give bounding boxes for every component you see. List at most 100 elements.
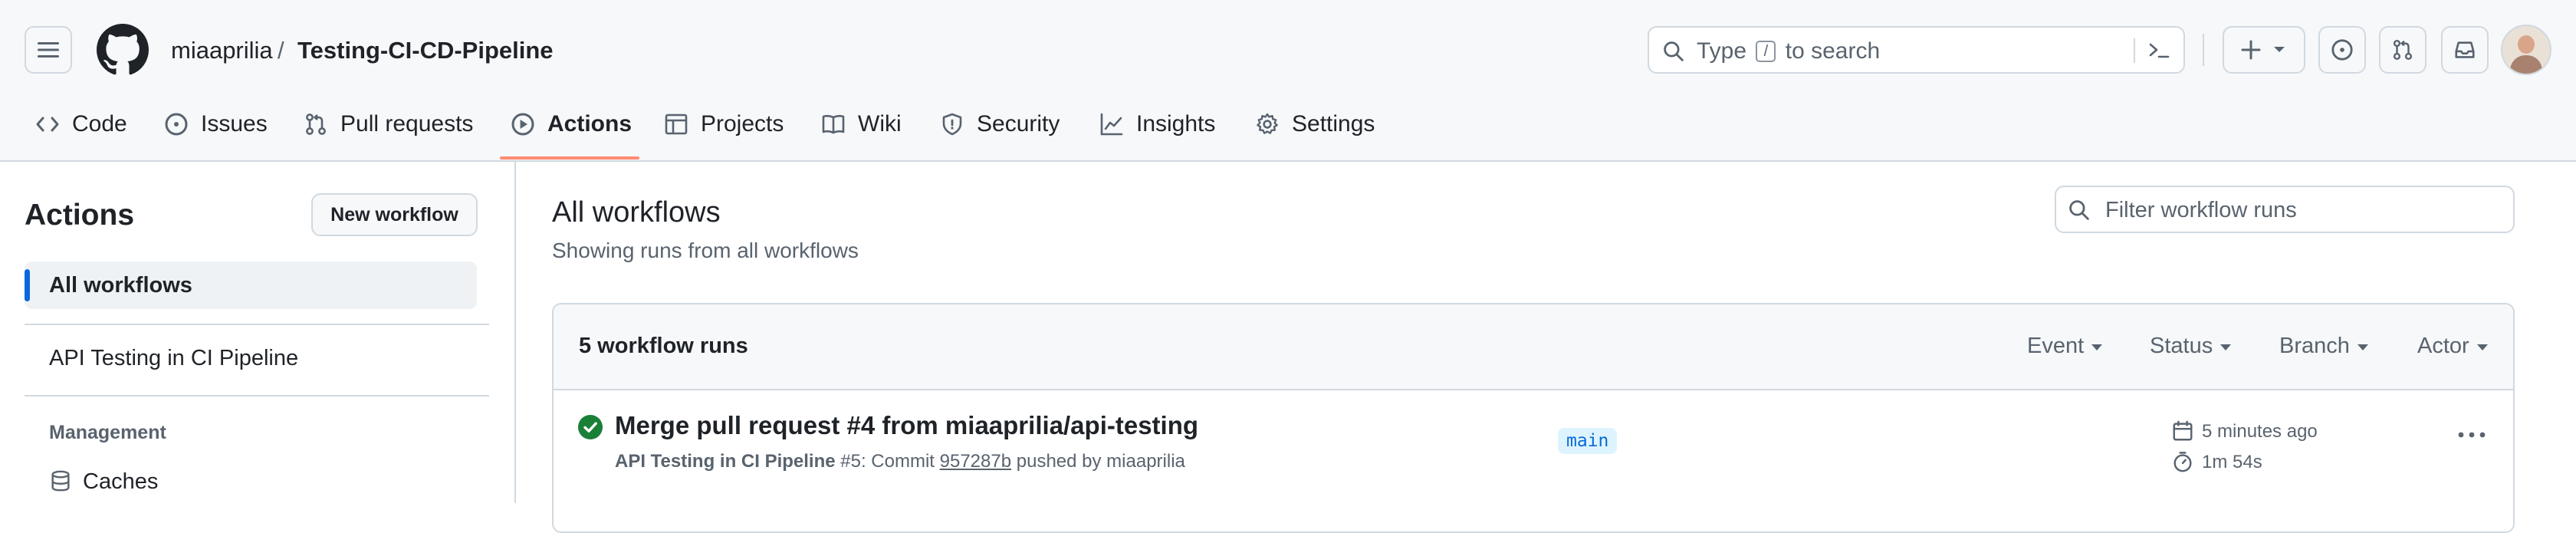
header-divider [2203,34,2204,66]
filter-label: Status [2150,334,2213,358]
tab-label: Issues [201,111,268,137]
active-tab-underline [500,156,639,160]
graph-icon [1100,113,1123,136]
tab-label: Settings [1292,111,1375,137]
pull-requests-button[interactable] [2379,26,2426,74]
breadcrumb-owner[interactable]: miaaprilia [171,35,273,66]
new-workflow-button[interactable]: New workflow [311,193,478,236]
issue-opened-icon [2331,39,2353,61]
git-pull-request-icon [306,114,326,135]
filter-runs-placeholder: Filter workflow runs [2105,198,2297,222]
caret-down-icon [2091,344,2103,350]
inbox-button[interactable] [2441,26,2489,74]
run-meta: API Testing in CI Pipeline #5: Commit 95… [615,450,1185,473]
database-icon [51,470,70,492]
workflow-run-row[interactable]: Merge pull request #4 from miaaprilia/ap… [554,389,2513,531]
filter-runs-input[interactable]: Filter workflow runs [2055,186,2515,233]
search-icon [2069,200,2089,220]
sidebar-item-label: All workflows [49,273,192,298]
tab-label: Insights [1136,111,1216,137]
book-icon [822,114,845,134]
avatar-body [2510,55,2542,74]
tab-label: Code [72,111,127,137]
run-commit-prefix: : Commit [860,451,935,472]
tab-actions[interactable]: Actions [511,109,632,140]
caret-down-icon [2357,344,2368,350]
branch-label[interactable]: main [1558,428,1618,454]
tab-pull-requests[interactable]: Pull requests [304,109,473,140]
avatar[interactable] [2501,25,2551,75]
event-filter[interactable]: Event [2027,334,2103,359]
tab-label: Wiki [858,111,902,137]
run-duration: 1m 54s [2202,452,2262,472]
workflow-runs-table: 5 workflow runs Event Status Branch Acto… [552,303,2515,533]
shield-icon [942,113,962,136]
actor-filter[interactable]: Actor [2417,334,2488,359]
play-icon [511,113,534,136]
search-placeholder: Type / to search [1697,38,1880,65]
issues-button[interactable] [2318,26,2366,74]
inbox-icon [2455,41,2475,58]
menu-button[interactable] [25,26,72,74]
plus-icon [2241,40,2261,60]
github-logo-icon[interactable] [97,24,149,76]
tab-security[interactable]: Security [940,109,1060,140]
breadcrumb-repo[interactable]: Testing-CI-CD-Pipeline [297,35,554,66]
search-divider [2134,38,2135,63]
actions-sidebar: Actions New workflow All workflows API T… [0,160,516,503]
tab-code[interactable]: Code [35,109,127,140]
breadcrumb-separator: / [278,37,284,64]
create-new-button[interactable] [2223,26,2305,74]
hamburger-icon [38,42,59,58]
tab-label: Pull requests [340,111,474,137]
run-title[interactable]: Merge pull request #4 from miaaprilia/ap… [615,410,1198,441]
avatar-head [2518,35,2535,54]
sidebar-item-all-workflows[interactable]: All workflows [25,262,477,309]
sidebar-title: Actions [25,199,135,232]
page-title: All workflows [552,196,721,229]
caret-down-icon [2220,344,2232,350]
stopwatch-icon [2174,452,2192,472]
workflow-runs-header: 5 workflow runs Event Status Branch Acto… [554,304,2513,390]
tab-issues[interactable]: Issues [164,109,268,140]
issue-opened-icon [165,113,188,136]
filter-label: Actor [2417,334,2469,358]
filter-label: Branch [2279,334,2350,358]
run-time-ago: 5 minutes ago [2202,421,2318,442]
tab-insights[interactable]: Insights [1099,109,1215,140]
run-pushed-by: pushed by miaaprilia [1016,451,1185,472]
caret-down-icon [2476,344,2488,350]
tab-label: Projects [701,111,784,137]
command-palette-icon[interactable] [2148,41,2171,62]
status-filter[interactable]: Status [2150,334,2232,359]
commit-sha-link[interactable]: 957287b [940,451,1011,472]
management-heading: Management [49,422,166,443]
search-prefix: Type [1697,38,1747,64]
runs-count: 5 workflow runs [579,334,748,358]
sidebar-item-caches[interactable]: Caches [25,462,477,501]
sidebar-divider [25,395,489,396]
triangle-down-icon [2274,47,2285,52]
tab-label: Actions [547,111,632,137]
search-input[interactable]: Type / to search [1648,26,2185,74]
check-circle-fill-icon [578,415,603,439]
run-workflow-name: API Testing in CI Pipeline [615,451,836,472]
search-icon [1664,41,1684,61]
selected-indicator [25,269,30,301]
branch-filter[interactable]: Branch [2279,334,2368,359]
tab-projects[interactable]: Projects [664,109,784,140]
table-icon [665,114,688,135]
sidebar-item-label: API Testing in CI Pipeline [49,346,299,370]
git-pull-request-icon [2393,39,2413,61]
sidebar-item-label: Caches [83,469,159,494]
global-header: miaaprilia / Testing-CI-CD-Pipeline Type… [0,0,2576,162]
tab-wiki[interactable]: Wiki [821,109,902,140]
filter-label: Event [2027,334,2085,358]
search-suffix: to search [1785,38,1881,64]
sidebar-item-workflow[interactable]: API Testing in CI Pipeline [25,335,477,383]
kebab-horizontal-icon[interactable] [2457,430,2486,439]
tab-label: Security [977,111,1060,137]
run-number: #5 [840,451,861,472]
tab-settings[interactable]: Settings [1255,109,1375,140]
search-key: / [1756,41,1776,62]
